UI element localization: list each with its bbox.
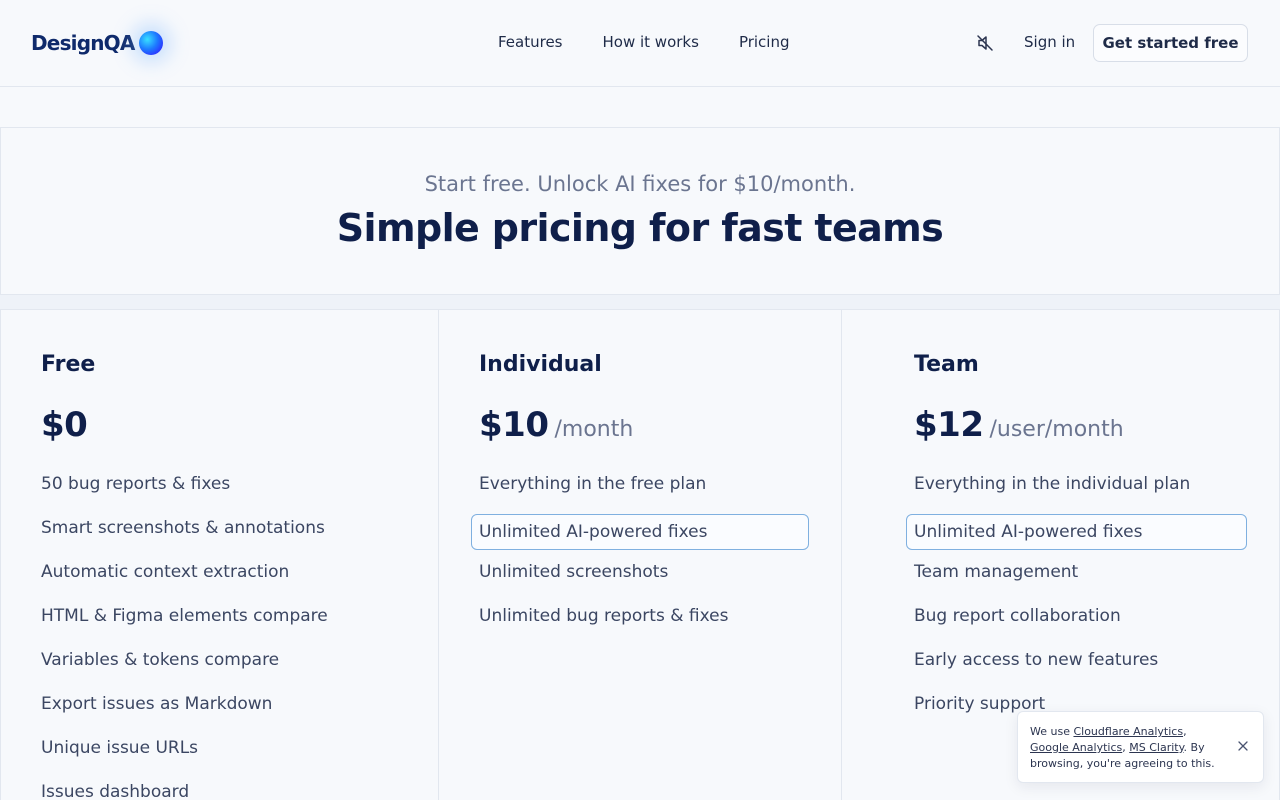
feature-item: 50 bug reports & fixes bbox=[41, 474, 231, 494]
price-row: $0 bbox=[41, 405, 88, 445]
feature-item: HTML & Figma elements compare bbox=[41, 606, 328, 626]
price-row: $10 /month bbox=[479, 405, 633, 445]
feature-item-highlighted: Unlimited AI-powered fixes bbox=[471, 514, 819, 558]
feature-item: Variables & tokens compare bbox=[41, 650, 280, 670]
feature-list: 50 bug reports & fixes Smart screenshots… bbox=[41, 470, 411, 800]
cookie-separator: , bbox=[1183, 725, 1187, 738]
plan-price: $0 bbox=[41, 405, 88, 445]
feature-item: Everything in the free plan bbox=[479, 474, 707, 494]
sound-muted-icon[interactable] bbox=[976, 34, 994, 52]
site-header: DesignQA Features How it works Pricing S… bbox=[0, 0, 1280, 87]
plan-period: /user/month bbox=[989, 417, 1124, 442]
pricing-hero: Start free. Unlock AI fixes for $10/mont… bbox=[0, 127, 1280, 295]
feature-item: Early access to new features bbox=[914, 650, 1159, 670]
feature-item: Unlimited bug reports & fixes bbox=[479, 606, 729, 626]
ms-clarity-link[interactable]: MS Clarity bbox=[1129, 741, 1183, 754]
cloudflare-analytics-link[interactable]: Cloudflare Analytics bbox=[1073, 725, 1183, 738]
feature-text: Unlimited AI-powered fixes bbox=[914, 522, 1143, 542]
price-row: $12 /user/month bbox=[914, 405, 1124, 445]
hero-subtitle: Start free. Unlock AI fixes for $10/mont… bbox=[424, 172, 856, 196]
sign-in-link[interactable]: Sign in bbox=[1024, 33, 1075, 51]
google-analytics-link[interactable]: Google Analytics bbox=[1030, 741, 1122, 754]
plan-name: Free bbox=[41, 352, 96, 377]
section-divider bbox=[0, 295, 1280, 310]
cookie-notice: We use Cloudflare Analytics, Google Anal… bbox=[1017, 711, 1264, 783]
feature-item: Smart screenshots & annotations bbox=[41, 518, 325, 538]
page-title: Simple pricing for fast teams bbox=[336, 206, 944, 250]
pricing-page: DesignQA Features How it works Pricing S… bbox=[0, 0, 1280, 800]
logo-orb-icon bbox=[138, 31, 163, 55]
feature-item-highlighted: Unlimited AI-powered fixes bbox=[906, 514, 1259, 558]
plan-name: Individual bbox=[479, 352, 602, 377]
plan-period: /month bbox=[554, 417, 634, 442]
feature-text: Unlimited AI-powered fixes bbox=[479, 522, 708, 542]
plan-card-individual: Individual $10 /month Everything in the … bbox=[439, 310, 842, 800]
plan-name: Team bbox=[914, 352, 979, 377]
cookie-text-prefix: We use bbox=[1030, 725, 1074, 738]
close-icon[interactable] bbox=[1237, 740, 1249, 752]
feature-list: Everything in the free plan Unlimited AI… bbox=[471, 470, 819, 646]
logo[interactable]: DesignQA bbox=[31, 26, 163, 60]
nav-link-how-it-works[interactable]: How it works bbox=[603, 33, 699, 51]
feature-list: Everything in the individual plan Unlimi… bbox=[906, 470, 1259, 734]
feature-item: Automatic context extraction bbox=[41, 562, 290, 582]
logo-text: DesignQA bbox=[31, 31, 135, 55]
get-started-button[interactable]: Get started free bbox=[1093, 24, 1248, 62]
plan-price: $12 bbox=[914, 405, 984, 445]
nav-link-features[interactable]: Features bbox=[498, 33, 563, 51]
feature-item: Unlimited screenshots bbox=[479, 562, 669, 582]
nav-link-pricing[interactable]: Pricing bbox=[739, 33, 790, 51]
feature-item: Export issues as Markdown bbox=[41, 694, 273, 714]
plan-price: $10 bbox=[479, 405, 549, 445]
feature-item: Unique issue URLs bbox=[41, 738, 199, 758]
feature-item: Team management bbox=[914, 562, 1079, 582]
main-nav: Features How it works Pricing bbox=[498, 33, 790, 51]
feature-item: Issues dashboard bbox=[41, 782, 190, 800]
plan-card-free: Free $0 50 bug reports & fixes Smart scr… bbox=[1, 310, 439, 800]
feature-item: Bug report collaboration bbox=[914, 606, 1121, 626]
feature-item: Everything in the individual plan bbox=[914, 474, 1191, 494]
